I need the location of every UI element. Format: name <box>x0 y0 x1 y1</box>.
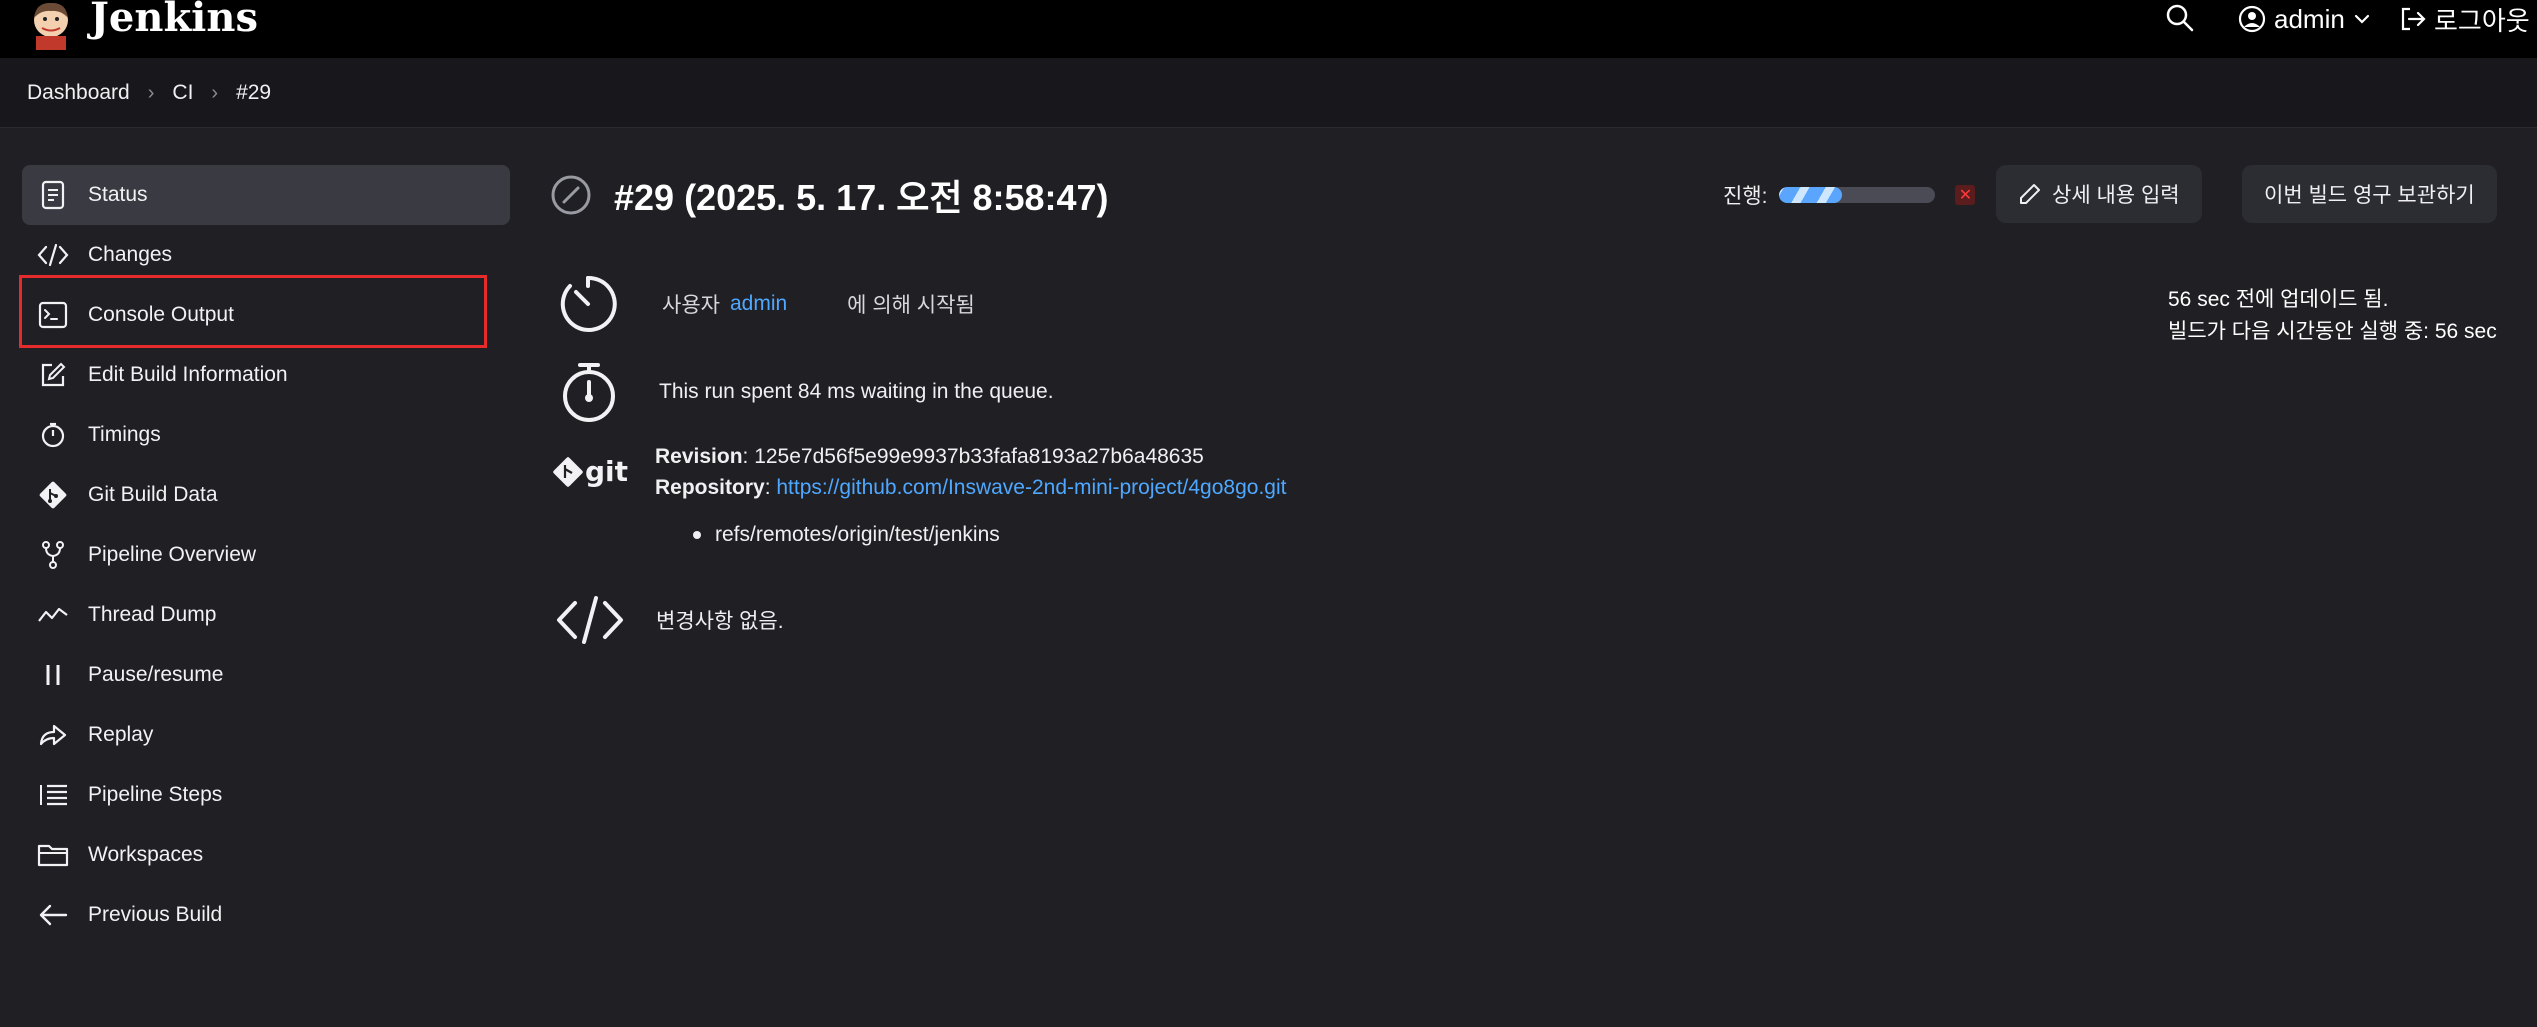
user-icon <box>2238 5 2266 33</box>
search-icon[interactable] <box>2165 3 2195 33</box>
sidebar-item-label: Pipeline Overview <box>88 543 257 566</box>
sidebar-item-git-build-data[interactable]: Git Build Data <box>22 465 510 525</box>
activity-icon <box>36 598 70 632</box>
sidebar-item-label: Edit Build Information <box>88 363 288 386</box>
keep-build-forever-button[interactable]: 이번 빌드 영구 보관하기 <box>2242 165 2497 223</box>
running-text: 빌드가 다음 시간동안 실행 중: 56 sec <box>2168 320 2497 343</box>
pause-icon <box>36 658 70 692</box>
ref-value: refs/remotes/origin/test/jenkins <box>715 523 1000 546</box>
ref-list-item: refs/remotes/origin/test/jenkins <box>693 523 1000 547</box>
repository-link[interactable]: https://github.com/Inswave-2nd-mini-proj… <box>776 476 1286 499</box>
sidebar-item-label: Git Build Data <box>88 483 218 506</box>
git-icon <box>36 478 70 512</box>
edit-icon <box>36 358 70 392</box>
sidebar-item-label: Workspaces <box>88 843 204 866</box>
breadcrumb-dashboard[interactable]: Dashboard <box>27 81 130 105</box>
repository-line: Repository: https://github.com/Inswave-2… <box>655 476 1287 499</box>
edit-description-label: 상세 내용 입력 <box>2052 184 2180 207</box>
git-logo: git <box>553 448 629 498</box>
sidebar-item-label: Previous Build <box>88 903 223 926</box>
pencil-icon <box>2020 184 2040 204</box>
chevron-down-icon <box>2354 14 2369 24</box>
sidebar-item-pipeline-steps[interactable]: Pipeline Steps <box>22 765 510 825</box>
chevron-right-icon: › <box>211 81 219 104</box>
logout-button[interactable]: 로그아웃 <box>2398 2 2530 36</box>
aborted-status-icon <box>551 175 591 215</box>
page-title: #29 (2025. 5. 17. 오전 8:58:47) <box>614 177 1109 218</box>
code-icon <box>557 596 623 644</box>
user-menu[interactable]: admin <box>2238 2 2371 36</box>
no-changes-text: 변경사항 없음. <box>656 610 784 633</box>
timer-icon <box>560 275 617 332</box>
jenkins-logo-icon[interactable] <box>26 0 76 50</box>
brand-title[interactable]: Jenkins <box>90 0 258 41</box>
edit-description-button[interactable]: 상세 내용 입력 <box>1996 165 2202 223</box>
git-info: Revision: 125e7d56f5e99e9937b33fafa8193a… <box>655 441 1286 503</box>
stopwatch-icon <box>563 363 615 422</box>
top-bar: Jenkins admin 로그아웃 <box>0 0 2537 58</box>
stopwatch-icon <box>36 418 70 452</box>
sidebar-item-workspaces[interactable]: Workspaces <box>22 825 510 885</box>
list-icon <box>36 778 70 812</box>
breadcrumb: Dashboard › CI › #29 <box>27 58 271 128</box>
cancel-icon[interactable]: ✕ <box>1955 185 1976 205</box>
breadcrumb-build[interactable]: #29 <box>236 81 271 105</box>
repository-label: Repository <box>655 476 765 499</box>
folder-icon <box>36 838 70 872</box>
queue-text: This run spent 84 ms waiting in the queu… <box>659 380 1054 403</box>
replay-icon <box>36 718 70 752</box>
code-icon <box>36 238 70 272</box>
sidebar-item-replay[interactable]: Replay <box>22 705 510 765</box>
revision-line: Revision: 125e7d56f5e99e9937b33fafa8193a… <box>655 445 1204 468</box>
sidebar-item-pause-resume[interactable]: Pause/resume <box>22 645 510 705</box>
sidebar-item-thread-dump[interactable]: Thread Dump <box>22 585 510 645</box>
logout-icon <box>2401 7 2426 31</box>
sidebar-item-label: Changes <box>88 243 173 266</box>
started-by-row: 사용자 admin 에 의해 시작됨 <box>556 268 975 340</box>
sidebar-item-edit-build-information[interactable]: Edit Build Information <box>22 345 510 405</box>
sidebar-item-previous-build[interactable]: Previous Build <box>22 885 510 945</box>
sidebar-item-label: Timings <box>88 423 161 446</box>
queue-row: This run spent 84 ms waiting in the queu… <box>558 356 1054 428</box>
user-name: admin <box>2274 3 2345 34</box>
revision-value: 125e7d56f5e99e9937b33fafa8193a27b6a48635 <box>754 445 1204 468</box>
document-icon <box>36 178 70 212</box>
console-output-highlight-box <box>19 275 487 348</box>
svg-text:git: git <box>585 455 628 488</box>
breadcrumb-ci[interactable]: CI <box>172 81 193 105</box>
sidebar-item-pipeline-overview[interactable]: Pipeline Overview <box>22 525 510 585</box>
arrow-left-icon <box>36 898 70 932</box>
started-by-suffix: 에 의해 시작됨 <box>847 294 975 317</box>
started-by-user-link[interactable]: admin <box>730 292 787 316</box>
build-progress: 진행: ✕ <box>1723 165 1976 225</box>
sidebar-item-label: Replay <box>88 723 154 746</box>
branch-icon <box>36 538 70 572</box>
breadcrumb-bar: Dashboard › CI › #29 <box>0 58 2537 128</box>
progress-label: 진행: <box>1723 185 1768 208</box>
sidebar-item-label: Pause/resume <box>88 663 224 686</box>
revision-label: Revision <box>655 445 743 468</box>
sidebar-item-label: Status <box>88 183 148 206</box>
keep-build-label: 이번 빌드 영구 보관하기 <box>2264 184 2475 207</box>
updated-text: 56 sec 전에 업데이드 됨. <box>2168 288 2389 311</box>
build-timing-info: 56 sec 전에 업데이드 됨. 빌드가 다음 시간동안 실행 중: 56 s… <box>2168 284 2497 348</box>
build-header: #29 (2025. 5. 17. 오전 8:58:47) <box>550 165 1109 225</box>
sidebar-item-label: Thread Dump <box>88 603 217 626</box>
changes-row: 변경사항 없음. <box>555 590 784 650</box>
progress-bar-fill <box>1779 187 1842 203</box>
git-logo-icon: git <box>553 455 628 488</box>
sidebar-item-label: Pipeline Steps <box>88 783 223 806</box>
sidebar-item-timings[interactable]: Timings <box>22 405 510 465</box>
sidebar-item-status[interactable]: Status <box>22 165 510 225</box>
logout-label: 로그아웃 <box>2434 5 2530 36</box>
chevron-right-icon: › <box>147 81 155 104</box>
progress-bar[interactable] <box>1779 187 1936 203</box>
started-by-prefix: 사용자 <box>662 294 720 317</box>
